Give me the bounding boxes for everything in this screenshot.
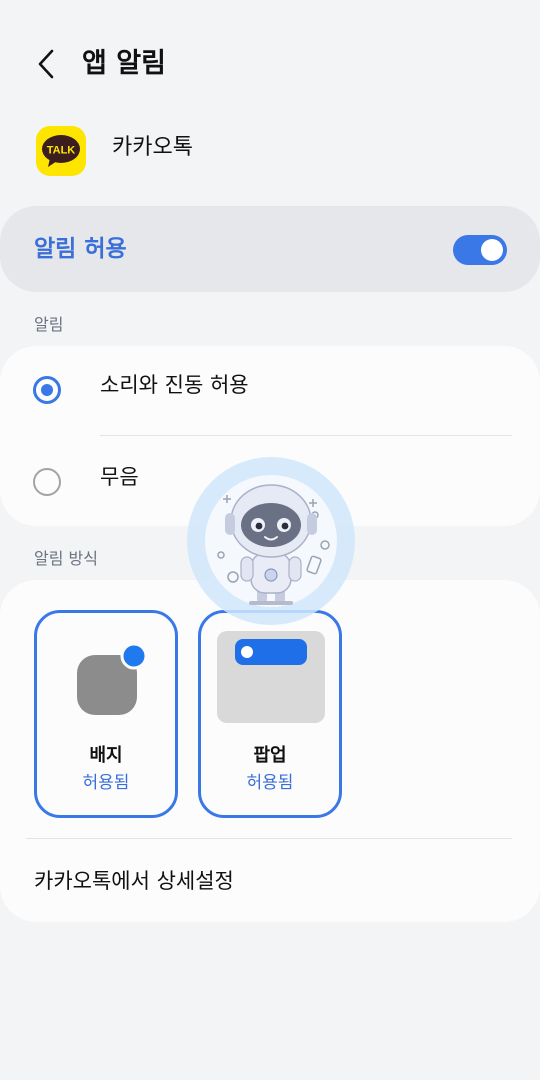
toggle-knob	[481, 239, 503, 261]
style-card-status: 허용됨	[246, 773, 294, 793]
style-card-name: 배지	[89, 745, 123, 766]
allow-notifications-toggle[interactable]	[453, 235, 507, 265]
option-label: 소리와 진동 허용	[100, 373, 249, 397]
svg-text:TALK: TALK	[47, 145, 76, 157]
allow-notifications-label: 알림 허용	[34, 236, 127, 262]
page-title: 앱 알림	[82, 48, 166, 79]
option-label: 무음	[100, 465, 139, 489]
kakaotalk-app-icon: TALK	[36, 126, 86, 176]
style-card-status: 허용됨	[82, 773, 130, 793]
app-name: 카카오톡	[112, 135, 193, 160]
app-detail-settings-row[interactable]: 카카오톡에서 상세설정	[0, 842, 540, 920]
radio-selected[interactable]	[33, 376, 61, 404]
header: 앱 알림	[0, 0, 540, 120]
popup-preview-icon	[217, 631, 325, 723]
style-card-name: 팝업	[253, 745, 287, 766]
popup-style-card[interactable]: 팝업 허용됨	[198, 610, 342, 818]
robot-mascot-icon	[187, 457, 355, 625]
style-section-label: 알림 방식	[34, 549, 98, 568]
badge-style-card[interactable]: 배지 허용됨	[34, 610, 178, 818]
radio-unselected[interactable]	[33, 468, 61, 496]
alerts-section-label: 알림	[34, 315, 64, 334]
divider	[26, 838, 512, 839]
chevron-left-icon	[38, 49, 54, 79]
badge-preview-icon	[77, 642, 148, 715]
assistant-mascot[interactable]	[185, 455, 357, 627]
app-detail-settings-label: 카카오톡에서 상세설정	[34, 869, 234, 893]
app-info: TALK 카카오톡	[0, 122, 540, 182]
option-sound-vibration[interactable]: 소리와 진동 허용	[0, 346, 540, 436]
back-button[interactable]	[28, 44, 64, 84]
